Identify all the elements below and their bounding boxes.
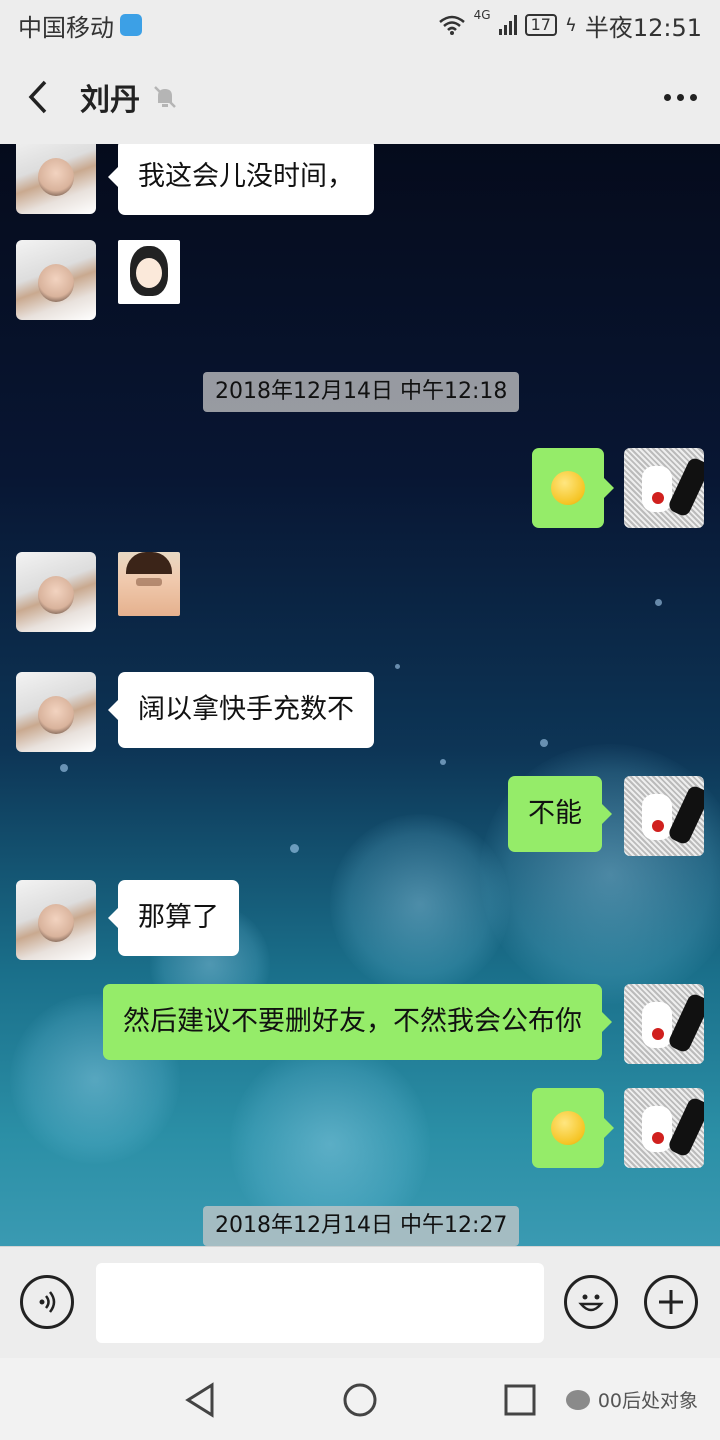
message-bubble-received[interactable]: 阔以拿快手充数不 — [108, 672, 374, 748]
watermark-text: 00后处对象 — [597, 1390, 698, 1412]
carrier-group: 中国移动 — [18, 8, 142, 43]
my-avatar[interactable] — [624, 448, 704, 528]
chat-header: 刘丹 — [0, 50, 720, 144]
contact-avatar[interactable] — [16, 880, 96, 960]
contact-avatar[interactable] — [16, 672, 96, 752]
chat-message-area[interactable]: 我这会儿没时间， 2018年12月14日 中午12:18 阔以拿快手充数不 不能… — [0, 144, 720, 1246]
my-avatar[interactable] — [624, 984, 704, 1064]
wifi-icon — [438, 15, 465, 35]
circle-home-icon — [343, 1383, 377, 1417]
clock: 半夜12:51 — [584, 13, 702, 42]
triangle-back-icon — [185, 1382, 214, 1418]
wechat-logo-icon — [565, 1389, 590, 1410]
avatar-shoe — [666, 784, 704, 846]
nav-recents-button[interactable] — [500, 1380, 540, 1420]
chat-title: 刘丹 — [80, 83, 140, 118]
watermark: 00后处对象 — [565, 1386, 698, 1413]
message-bubble-received[interactable]: 那算了 — [108, 880, 239, 956]
crying-laughing-emoji — [551, 471, 585, 505]
plus-icon — [659, 1290, 683, 1314]
background-sparkle — [440, 759, 446, 765]
message-input[interactable] — [96, 1263, 544, 1343]
more-dot-icon — [689, 93, 697, 101]
contact-avatar[interactable] — [16, 552, 96, 632]
message-text: 阔以拿快手充数不 — [138, 694, 354, 725]
avatar-shoe — [666, 456, 704, 518]
contact-avatar[interactable] — [16, 240, 96, 320]
background-sparkle — [290, 844, 299, 853]
message-bubble-sent[interactable] — [532, 1088, 614, 1168]
input-bar — [0, 1246, 720, 1358]
background-sparkle — [395, 664, 400, 669]
status-bar: 中国移动 4G 17 ϟ 半夜12:51 — [0, 0, 720, 50]
back-button[interactable] — [0, 50, 76, 144]
network-type-label: 4G — [473, 7, 491, 22]
confused-emoji — [551, 1111, 585, 1145]
message-text: 我这会儿没时间， — [138, 161, 354, 192]
background-sparkle — [540, 739, 548, 747]
voice-input-button[interactable] — [20, 1275, 74, 1329]
message-text: 不能 — [528, 798, 582, 829]
battery-icon: 17 — [524, 14, 557, 36]
smiley-icon — [578, 1294, 604, 1312]
emoji-button[interactable] — [564, 1275, 618, 1329]
chevron-left-icon — [28, 80, 47, 114]
square-recents-icon — [504, 1384, 536, 1416]
signal-strength-icon — [498, 15, 517, 35]
chat-timestamp: 2018年12月14日 中午12:18 — [203, 372, 520, 412]
background-sparkle — [60, 764, 68, 772]
status-right: 4G 17 ϟ 半夜12:51 — [438, 8, 702, 43]
chat-timestamp: 2018年12月14日 中午12:27 — [203, 1206, 520, 1246]
meme-sticker[interactable] — [118, 552, 180, 616]
avatar-shoe — [666, 992, 704, 1054]
message-text: 那算了 — [138, 902, 219, 933]
message-text: 然后建议不要删好友，不然我会公布你 — [123, 1006, 582, 1037]
message-bubble-sent[interactable]: 然后建议不要删好友，不然我会公布你 — [103, 984, 612, 1060]
contact-avatar[interactable] — [16, 144, 96, 214]
my-avatar[interactable] — [624, 776, 704, 856]
message-bubble-received[interactable]: 我这会儿没时间， — [108, 144, 374, 215]
nav-back-button[interactable] — [180, 1380, 220, 1420]
message-bubble-sent[interactable]: 不能 — [508, 776, 612, 852]
avatar-shoe — [666, 1096, 704, 1158]
more-dot-icon — [663, 93, 671, 101]
carrier-name: 中国移动 — [18, 13, 114, 42]
more-options-button[interactable] — [640, 50, 720, 144]
more-functions-button[interactable] — [644, 1275, 698, 1329]
background-sparkle — [655, 599, 662, 606]
message-bubble-sent[interactable] — [532, 448, 614, 528]
voice-icon — [39, 1291, 56, 1313]
my-avatar[interactable] — [624, 1088, 704, 1168]
security-shield-icon — [120, 14, 142, 36]
system-navigation-bar: 00后处对象 — [0, 1358, 720, 1440]
more-dot-icon — [676, 93, 684, 101]
meme-sticker[interactable] — [118, 240, 180, 304]
charging-icon: ϟ — [564, 14, 577, 36]
nav-home-button[interactable] — [340, 1380, 380, 1420]
mute-bell-icon — [154, 86, 176, 108]
